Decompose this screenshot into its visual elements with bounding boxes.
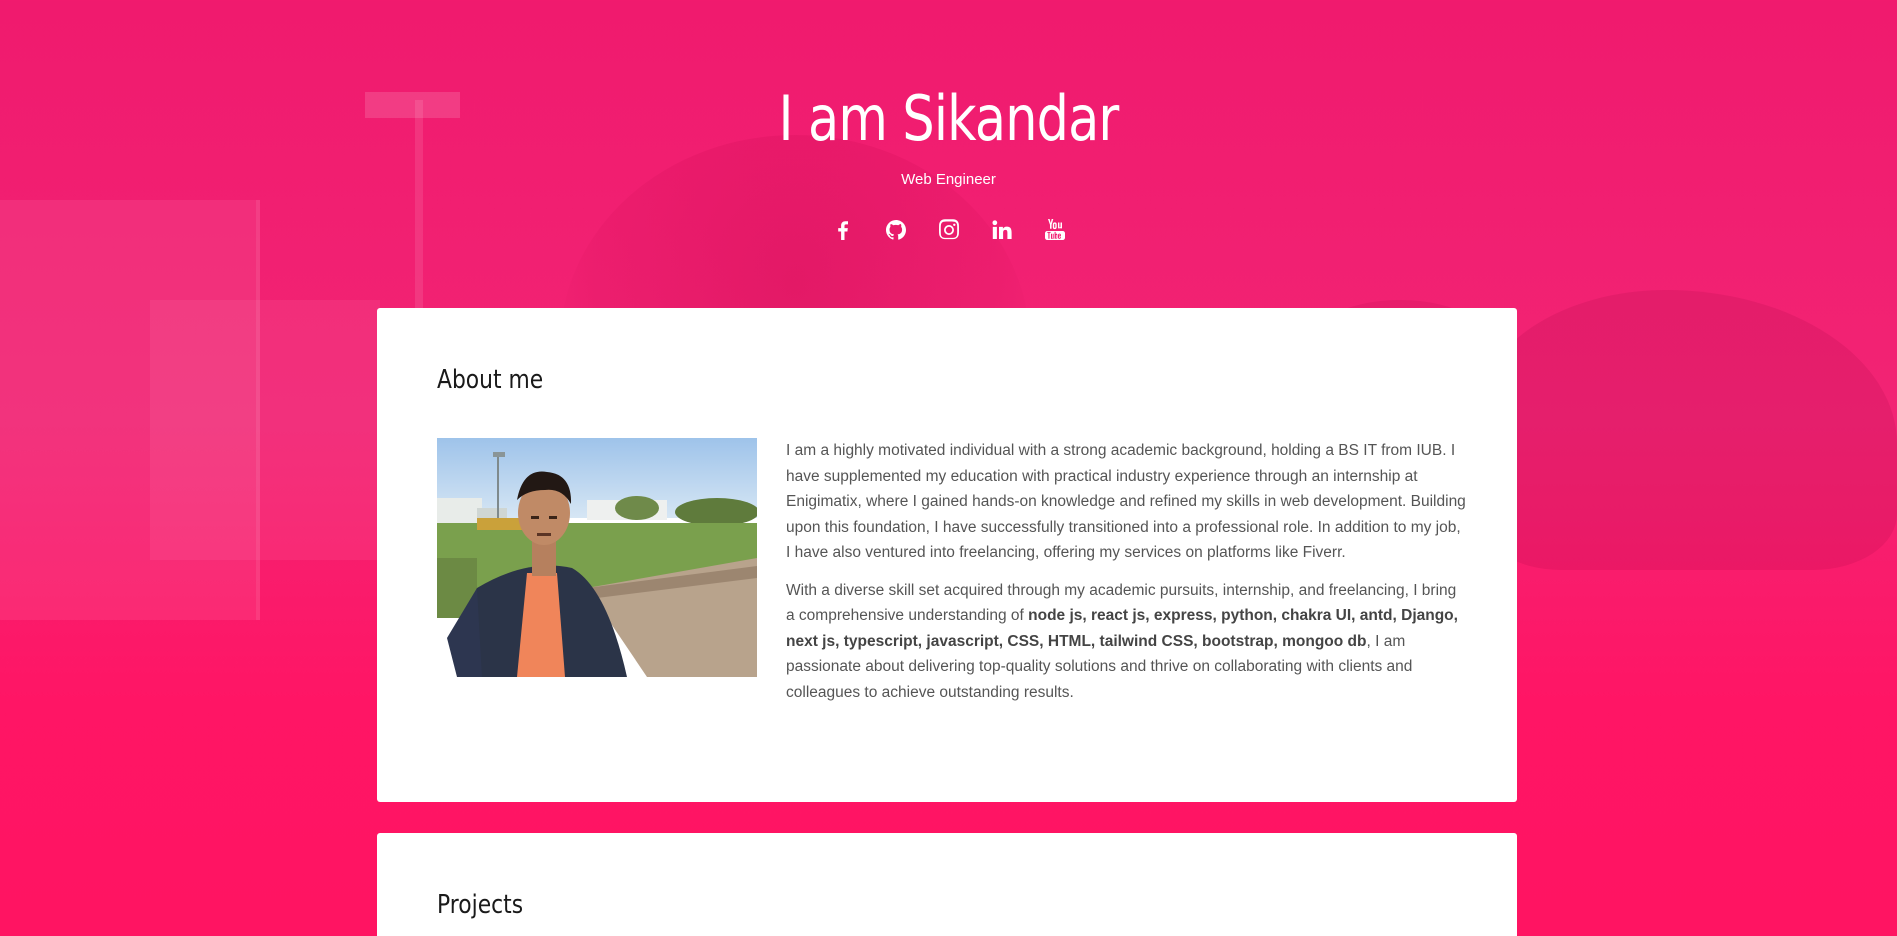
github-icon	[885, 219, 906, 240]
about-section: About me I am a highly motivated individ…	[377, 308, 1517, 802]
profile-photo	[437, 438, 757, 677]
facebook-icon	[837, 220, 848, 240]
about-paragraph: With a diverse skill set acquired throug…	[786, 578, 1466, 706]
facebook-link[interactable]	[829, 216, 856, 243]
background-trees	[1477, 290, 1897, 570]
about-heading: About me	[437, 365, 544, 395]
social-links	[0, 216, 1897, 243]
about-text: I am a highly motivated individual with …	[786, 438, 1466, 717]
linkedin-icon	[992, 219, 1012, 239]
youtube-icon	[1044, 218, 1065, 240]
linkedin-link[interactable]	[988, 216, 1015, 243]
about-paragraph: I am a highly motivated individual with …	[786, 442, 1466, 561]
hero-title: I am Sikandar	[778, 82, 1120, 155]
instagram-link[interactable]	[935, 216, 962, 243]
github-link[interactable]	[882, 216, 909, 243]
background-building	[150, 300, 380, 560]
projects-heading: Projects	[437, 890, 524, 920]
youtube-link[interactable]	[1041, 216, 1068, 243]
hero-subtitle: Web Engineer	[901, 171, 996, 188]
instagram-icon	[938, 218, 959, 239]
projects-section: Projects	[377, 833, 1517, 936]
hero-header: I am Sikandar Web Engineer	[0, 0, 1897, 300]
